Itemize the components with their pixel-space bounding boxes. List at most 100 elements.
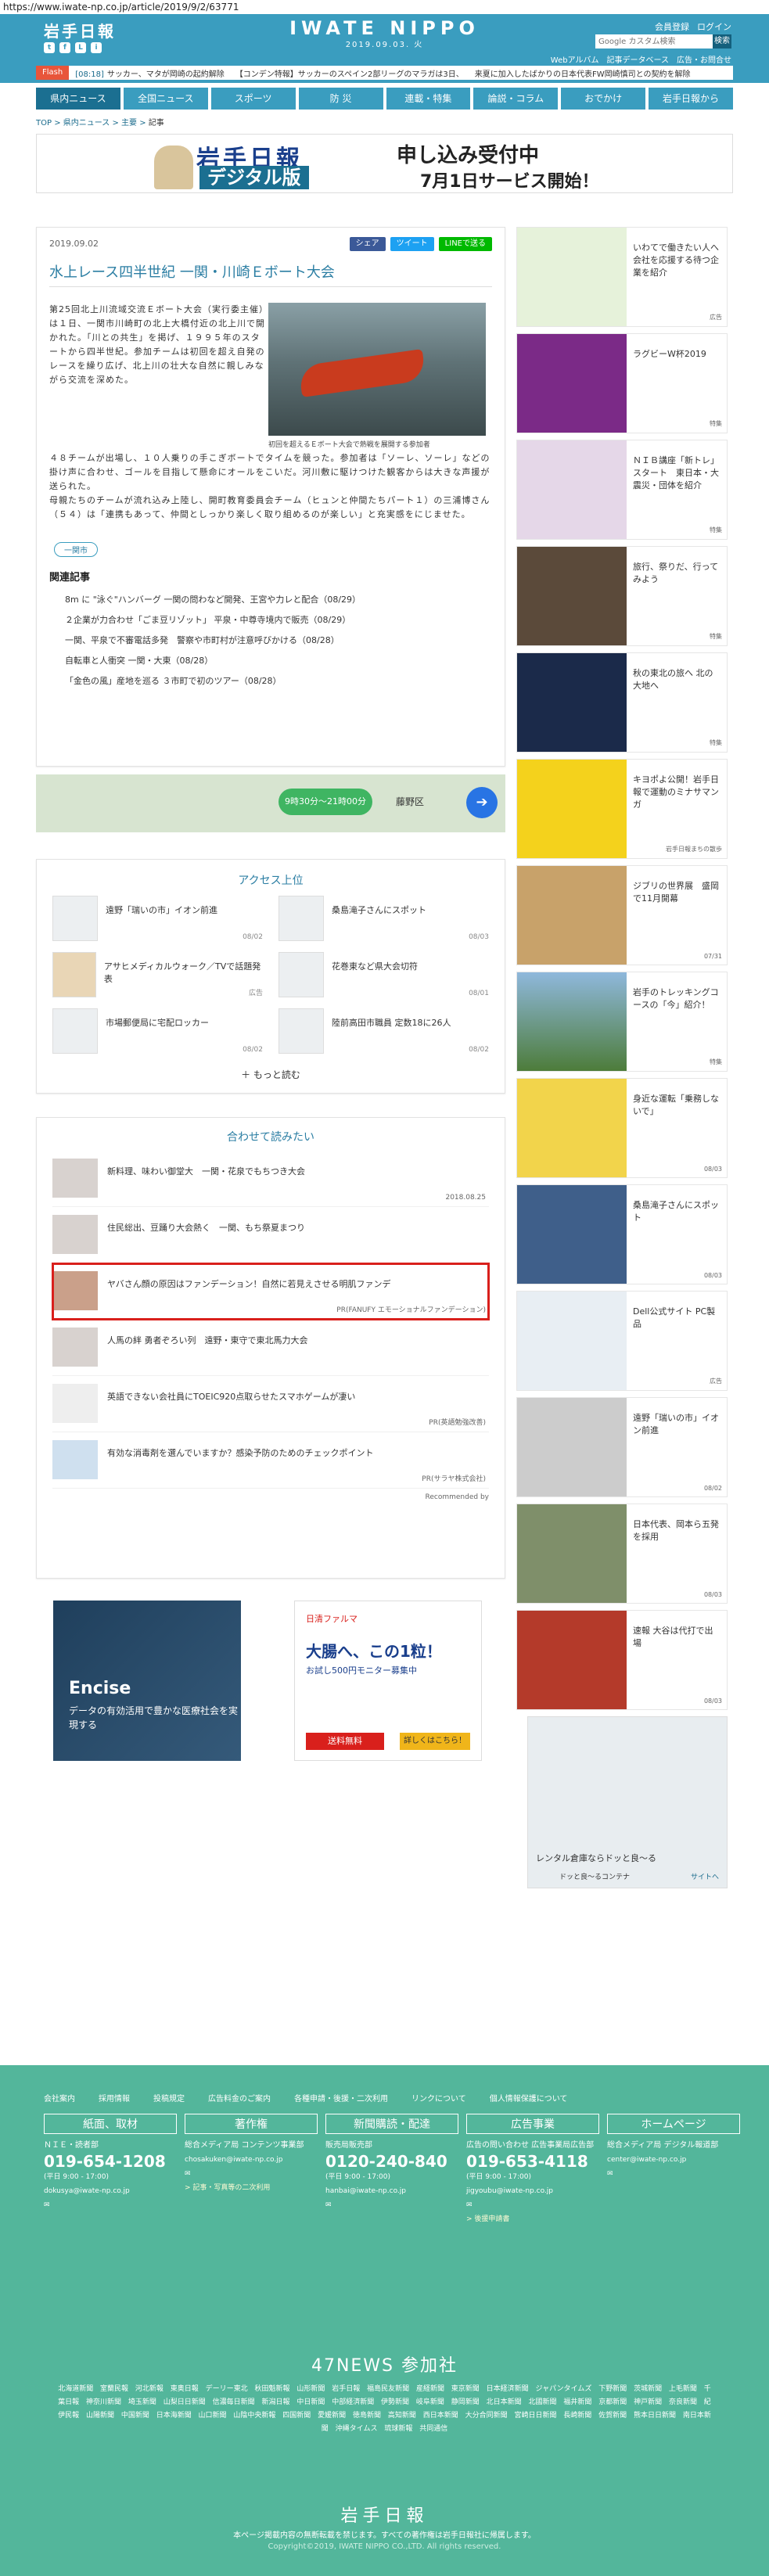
related-link[interactable]: 一関、平泉で不審電話多発 警察や市町村が注意呼びかける（08/28） — [49, 631, 492, 651]
footer-mail[interactable]: jigyoubu@iwate-np.co.jp — [466, 2186, 599, 2197]
related-link[interactable]: ２企業が力合わせ「ごま豆リゾット」 平泉・中尊寺境内で販売（08/29） — [49, 610, 492, 631]
sidebar-date: 広告 — [710, 314, 722, 321]
footer-mail[interactable]: hanbai@iwate-np.co.jp — [325, 2186, 458, 2197]
container-ad[interactable]: レンタル倉庫ならドッと良〜る ドッと良〜るコンテナ サイトへ — [527, 1716, 728, 1888]
nav-national-news[interactable]: 全国ニュース — [123, 88, 208, 110]
article-body-continued: ４８チームが出場し、１０人乗りの手こぎボートでタイムを競った。参加者は「ソーレ、… — [49, 451, 492, 522]
url-bar[interactable]: https://www.iwate-np.co.jp/article/2019/… — [0, 0, 769, 14]
flash-item[interactable]: 来夏に加入したばかりの日本代表FW岡崎慎司との契約を解除 — [475, 67, 691, 79]
breadcrumb-prefecture[interactable]: 県内ニュース — [63, 119, 110, 128]
sidebar-item[interactable]: 身近な運転「乗務しないで」 08/03 — [516, 1078, 728, 1178]
footer-link[interactable]: リンクについて — [411, 2092, 466, 2104]
search-button[interactable]: 検索 — [713, 34, 731, 49]
sidebar-item[interactable]: 速報 大谷は代打で出場 08/03 — [516, 1610, 728, 1710]
login-link[interactable]: ログイン — [697, 20, 731, 33]
sidebar-item[interactable]: ラグビーW杯2019 特集 — [516, 333, 728, 433]
directions-icon[interactable]: ➔ — [466, 787, 498, 818]
sidebar-date: 特集 — [710, 420, 722, 427]
search-box: 検索 — [595, 34, 731, 49]
nav-outings[interactable]: おでかけ — [561, 88, 646, 110]
breadcrumb-top[interactable]: TOP — [36, 119, 52, 128]
sidebar-item[interactable]: 旅行、祭りだ、行ってみよう 特集 — [516, 546, 728, 646]
nav-from-iwate-nippo[interactable]: 岩手日報から — [649, 88, 733, 110]
footer-col-head[interactable]: ホームページ — [607, 2114, 740, 2134]
flash-item[interactable]: 【コンデン特報】サッカーのスペイン2部リーグのマラガは3日、 — [235, 67, 464, 79]
footer-link[interactable]: 会社案内 — [44, 2092, 75, 2104]
recommended-item[interactable]: 有効な消毒剤を選んでいますか？感染予防のためのチェックポイント PR(サラヤ株式会… — [52, 1432, 489, 1489]
recommended-item[interactable]: 新料理、味わい御堂大 一関・花泉でもちつき大会 2018.08.25 — [52, 1151, 489, 1207]
sidebar-item[interactable]: 岩手のトレッキングコースの「今」紹介！ 特集 — [516, 972, 728, 1072]
partner-papers[interactable]: 北海道新聞 室蘭民報 河北新報 東奥日報 デーリー東北 秋田魁新報 山形新聞 岩… — [55, 2383, 714, 2436]
nav-features[interactable]: 連載・特集 — [386, 88, 471, 110]
line-share-button[interactable]: LINEで送る — [438, 237, 492, 251]
map-ad[interactable]: 9時30分〜21時00分 藤野区 ➔ — [36, 774, 505, 832]
sidebar-item[interactable]: Dell公式サイト PC製品 広告 — [516, 1291, 728, 1391]
sidebar-item[interactable]: 日本代表、岡本ら五発を採用 08/03 — [516, 1504, 728, 1604]
ranking-item[interactable]: 市場郵便局に宅配ロッカー 08/02 — [52, 1008, 263, 1057]
recommended-item[interactable]: 住民総出、豆踊り大会熱く 一関、もち祭夏まつり — [52, 1207, 489, 1263]
recommended-by: Recommended by — [425, 1493, 489, 1501]
sidebar-item[interactable]: キヨポよ公開！岩手日報で運動のミナサマンガ 岩手日報まちの散歩 — [516, 759, 728, 859]
footer-col-head[interactable]: 紙面、取材 — [44, 2114, 177, 2134]
tweet-button[interactable]: ツイート — [390, 237, 434, 251]
footer-logo[interactable]: 岩手日報 — [0, 2502, 769, 2527]
container-ad-link[interactable]: サイトへ — [691, 1871, 719, 1881]
footer-note[interactable]: > 後援申請書 — [466, 2214, 599, 2225]
footer-mail[interactable]: chosakuken@iwate-np.co.jp — [185, 2154, 318, 2165]
sidebar-item[interactable]: ジブリの世界展 盛岡で11月開幕 07/31 — [516, 865, 728, 965]
ad-nisshin[interactable]: 日清ファルマ 大腸へ、この1粒！ お試し500円モニター募集中 送料無料 詳しく… — [294, 1601, 482, 1761]
recommended-item[interactable]: 人馬の絆 勇者ぞろい列 遠野・東守で東北馬力大会 — [52, 1320, 489, 1376]
database-link[interactable]: 記事データベース — [607, 53, 670, 65]
search-input[interactable] — [595, 34, 713, 49]
footer-note[interactable]: > 記事・写真等の二次利用 — [185, 2183, 318, 2193]
recommended-item-highlighted[interactable]: ヤバさん顔の原因はファンデーション！自然に若見えさせる明肌ファンデ PR(FANU… — [52, 1263, 490, 1320]
footer-col-head[interactable]: 新聞購読・配達 — [325, 2114, 458, 2134]
nav-prefecture-news[interactable]: 県内ニュース — [36, 88, 120, 110]
facebook-share-button[interactable]: シェア — [349, 237, 386, 251]
sidebar-date: 08/02 — [703, 1485, 722, 1492]
footer-link[interactable]: 採用情報 — [99, 2092, 130, 2104]
footer-link[interactable]: 個人情報保護について — [490, 2092, 568, 2104]
recommended-item[interactable]: 英語できない会社員にTOEIC920点取らせたスマホゲームが凄い PR(英語勉強改… — [52, 1376, 489, 1432]
footer-mail[interactable]: center@iwate-np.co.jp — [607, 2154, 740, 2165]
flash-item[interactable]: [08:18] サッカー、マタが岡崎の起約解除 — [75, 67, 225, 79]
ranking-item[interactable]: 桑島滝子さんにスポット 08/03 — [278, 896, 489, 944]
nav-columns[interactable]: 論説・コラム — [473, 88, 559, 110]
register-link[interactable]: 会員登録 — [655, 20, 689, 33]
ranking-item[interactable]: 花巻東など県大会切符 08/01 — [278, 952, 489, 1001]
footer-link[interactable]: 各種申請・後援・二次利用 — [294, 2092, 388, 2104]
nav-disaster[interactable]: 防 災 — [298, 88, 383, 110]
sidebar-item[interactable]: 桑島滝子さんにスポット 08/03 — [516, 1184, 728, 1284]
related-link[interactable]: 8m に "泳ぐ"ハンバーグ 一関の問わなど開発、王宮や力レと配合（08/29） — [49, 590, 492, 610]
ad2-details-button[interactable]: 詳しくはこちら！ — [400, 1733, 470, 1750]
footer-link[interactable]: 広告料金のご案内 — [208, 2092, 271, 2104]
sidebar-item[interactable]: 秋の東北の旅へ 北の大地へ 特集 — [516, 652, 728, 753]
nav-sports[interactable]: スポーツ — [210, 88, 296, 110]
footer-col-head[interactable]: 著作権 — [185, 2114, 318, 2134]
contact-link[interactable]: 広告・お問合せ — [677, 53, 731, 65]
breadcrumb-main[interactable]: 主要 — [121, 119, 137, 128]
ranking-item[interactable]: 遠野「瑞いの市」イオン前進 08/02 — [52, 896, 263, 944]
related-link[interactable]: 「金色の風」産地を巡る ３市町で初のツアー（08/28） — [49, 671, 492, 692]
footer-col: 紙面、取材 ＮＩＥ・読者部 019-654-1208 (平日 9:00 - 17… — [44, 2114, 177, 2225]
ad-encise[interactable]: Encise データの有効活用で豊かな医療社会を実現する — [53, 1601, 241, 1761]
more-button[interactable]: ＋ もっと読む — [52, 1068, 489, 1081]
footer-link[interactable]: 投稿規定 — [153, 2092, 185, 2104]
tag-button[interactable]: 一関市 — [54, 542, 98, 557]
digital-edition-banner[interactable]: 岩手日報 デジタル版 申し込み受付中 7月1日サービス開始！ — [36, 134, 733, 193]
sidebar-text: 秋の東北の旅へ 北の大地へ — [633, 668, 713, 691]
webalbum-link[interactable]: Webアルバム — [551, 53, 599, 65]
ranking-thumb — [52, 1008, 98, 1054]
footer-columns: 紙面、取材 ＮＩＥ・読者部 019-654-1208 (平日 9:00 - 17… — [44, 2114, 740, 2225]
recommended-source: PR(英語勉強改善) — [429, 1419, 486, 1427]
ranking-item[interactable]: 陸前高田市職員 定数18に26人 08/02 — [278, 1008, 489, 1057]
article-photo[interactable] — [268, 303, 486, 436]
ranking-date: 08/02 — [243, 933, 263, 941]
ranking-item[interactable]: アサヒメディカルウォーク／TVで話題発表 広告 — [52, 952, 263, 1001]
related-link[interactable]: 自転車と人衝突 一関・大東（08/28） — [49, 651, 492, 671]
sidebar-item[interactable]: いわてで働きたい人へ会社を応援する待つ企業を紹介 広告 — [516, 227, 728, 327]
sidebar-item[interactable]: ＮＩＢ講座「新トレ」スタート 東日本・大震災・団体を紹介 特集 — [516, 440, 728, 540]
footer-col-head[interactable]: 広告事業 — [466, 2114, 599, 2134]
sidebar-item[interactable]: 遠野「瑞いの市」イオン前進 08/02 — [516, 1397, 728, 1497]
footer-mail[interactable]: dokusya@iwate-np.co.jp — [44, 2186, 177, 2197]
